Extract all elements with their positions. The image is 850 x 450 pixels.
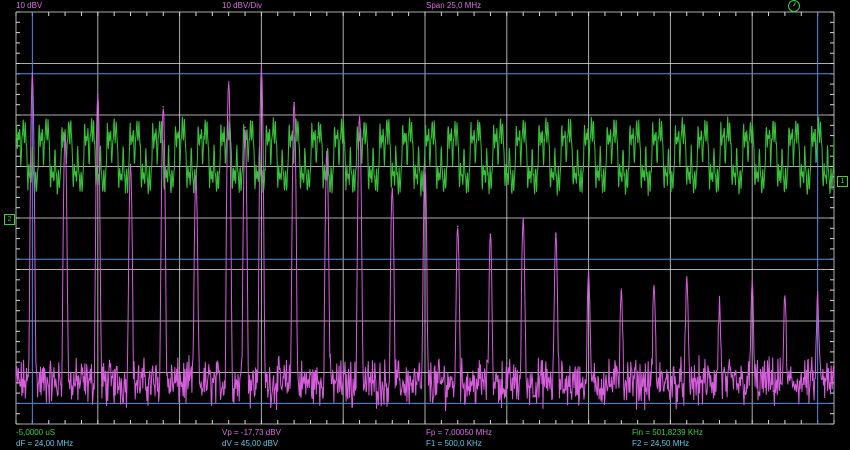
- spectrum-peak: [424, 167, 426, 170]
- spectrum-peak: [162, 105, 165, 108]
- spectrum-peak: [456, 225, 459, 228]
- spectrum-peak: [31, 73, 34, 75]
- spectrum-peak: [784, 299, 786, 302]
- spectrum-peak: [244, 126, 246, 129]
- time-offset-label: -5,0000 uS: [16, 428, 56, 437]
- spectrum-peak: [129, 163, 132, 166]
- spectrum-peak: [293, 101, 295, 104]
- spectrum-peak: [489, 233, 492, 236]
- cursor-f2-label: F2 = 24,50 MHz: [632, 439, 690, 448]
- spectrum-peak: [64, 134, 66, 137]
- spectrum-peak: [718, 307, 721, 310]
- spectrum-peak: [195, 176, 197, 178]
- input-freq-label: Fin = 501,8239 KHz: [632, 428, 703, 437]
- peak-freq-label: Fp = 7,00050 MHz: [426, 428, 493, 437]
- spectrum-peak: [358, 114, 361, 116]
- channel-2-marker[interactable]: 2: [4, 214, 15, 225]
- delta-freq-label: dF = 24,00 MHz: [16, 439, 74, 448]
- span-label: Span 25,0 MHz: [426, 1, 482, 10]
- spectrum-peak: [816, 295, 819, 298]
- spectrum-peak: [391, 188, 394, 190]
- spectrum-peak: [653, 287, 655, 289]
- clock-icon[interactable]: [788, 0, 800, 12]
- scope-display[interactable]: [0, 0, 850, 450]
- spectrum-peak: [97, 93, 99, 96]
- spectrum-peak: [326, 151, 328, 153]
- spectrum-peak: [227, 81, 230, 83]
- spectrum-peak: [555, 233, 557, 236]
- peak-voltage-label: Vp = -17,73 dBV: [222, 428, 281, 437]
- spectrum-peak: [260, 68, 263, 71]
- spectrum-peak: [522, 217, 524, 219]
- cursor-f1-label: F1 = 500,0 KHz: [426, 439, 482, 448]
- spectrum-peak: [751, 283, 753, 285]
- spectrum-peak: [620, 291, 623, 293]
- scale-label: 10 dBV/Div: [222, 1, 263, 10]
- delta-voltage-label: dV = 45,00 dBV: [222, 439, 279, 448]
- reference-level-label: 10 dBV: [16, 1, 43, 10]
- channel-1-marker[interactable]: 1: [837, 176, 848, 187]
- spectrum-peak: [587, 274, 590, 277]
- spectrum-peak: [685, 279, 688, 281]
